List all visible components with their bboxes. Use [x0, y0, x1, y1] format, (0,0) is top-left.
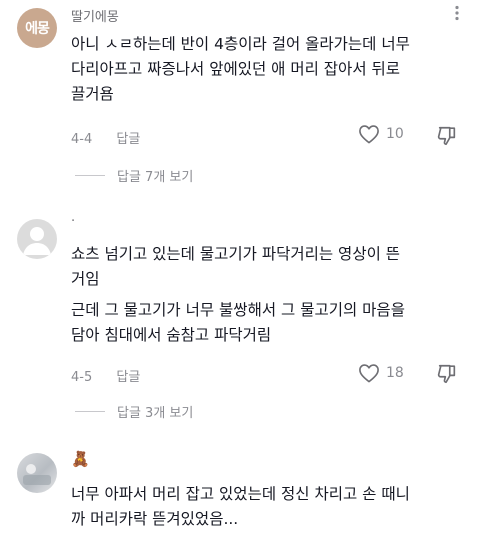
comment-text: 아니 ㅅㄹ하는데 반이 4층이라 걸어 올라가는데 너무 다리아프고 짜증나서 …	[71, 32, 463, 107]
view-replies-button[interactable]: 답글 3개 보기	[75, 402, 193, 421]
heart-outline-icon	[359, 125, 379, 144]
comment-line: 아니 ㅅㄹ하는데 반이 4층이라 걸어 올라가는데 너무	[71, 35, 410, 53]
comment-line: 까 머리카락 뜯겨있었음...	[71, 510, 239, 528]
thumbs-down-icon[interactable]	[436, 125, 458, 147]
heart-outline-icon	[359, 364, 379, 383]
comment-text: 쇼츠 넘기고 있는데 물고기가 파닥거리는 영상이 뜬 거임 근데 그 물고기가…	[71, 242, 463, 348]
comment-1: 에몽 딸기에몽 아니 ㅅㄹ하는데 반이 4층이라 걸어 올라가는데 너무 다리아…	[0, 0, 480, 200]
avatar-text: 에몽	[25, 21, 50, 37]
comment-line: 거임	[71, 270, 100, 288]
more-vertical-icon[interactable]	[448, 4, 466, 22]
avatar[interactable]: 에몽	[17, 8, 57, 48]
comment-line: 쇼츠 넘기고 있는데 물고기가 파닥거리는 영상이 뜬	[71, 245, 401, 263]
divider	[75, 411, 105, 412]
view-replies-label: 답글 7개 보기	[117, 170, 194, 185]
comment-meta: 4-4 답글	[71, 128, 140, 147]
comment-date: 4-5	[71, 370, 93, 385]
avatar[interactable]	[17, 219, 57, 259]
avatar[interactable]	[17, 453, 57, 493]
comment-line: 다리아프고 짜증나서 앞에있던 애 머리 잡아서 뒤로	[71, 60, 401, 78]
username[interactable]: 딸기에몽	[71, 6, 119, 25]
thumbs-down-icon[interactable]	[436, 363, 458, 385]
default-avatar-icon	[23, 227, 51, 255]
username[interactable]: .	[71, 210, 75, 225]
comment-line: 너무 아파서 머리 잡고 있었는데 정신 차리고 손 때니	[71, 485, 410, 503]
like-button[interactable]: 18	[358, 363, 404, 383]
like-count: 10	[386, 126, 404, 142]
reply-button[interactable]: 답글	[116, 132, 140, 147]
divider	[75, 175, 105, 176]
like-button[interactable]: 10	[358, 124, 404, 144]
username[interactable]: 🧸	[71, 450, 90, 468]
comment-meta: 4-5 답글	[71, 366, 140, 385]
comment-line: 근데 그 물고기가 너무 불쌍해서 그 물고기의 마음을	[71, 301, 405, 319]
comment-2: . 쇼츠 넘기고 있는데 물고기가 파닥거리는 영상이 뜬 거임 근데 그 물고…	[0, 210, 480, 430]
comment-3: 🧸 너무 아파서 머리 잡고 있었는데 정신 차리고 손 때니 까 머리카락 뜯…	[0, 446, 480, 539]
reply-button[interactable]: 답글	[116, 370, 140, 385]
comment-line: 담아 침대에서 숨참고 파닥거림	[71, 326, 272, 344]
view-replies-label: 답글 3개 보기	[117, 406, 194, 421]
comment-date: 4-4	[71, 132, 93, 147]
photo-avatar-icon	[23, 464, 51, 485]
view-replies-button[interactable]: 답글 7개 보기	[75, 166, 193, 185]
comment-line: 끌거욤	[71, 85, 114, 103]
like-count: 18	[386, 365, 404, 381]
comment-text: 너무 아파서 머리 잡고 있었는데 정신 차리고 손 때니 까 머리카락 뜯겨있…	[71, 482, 463, 532]
